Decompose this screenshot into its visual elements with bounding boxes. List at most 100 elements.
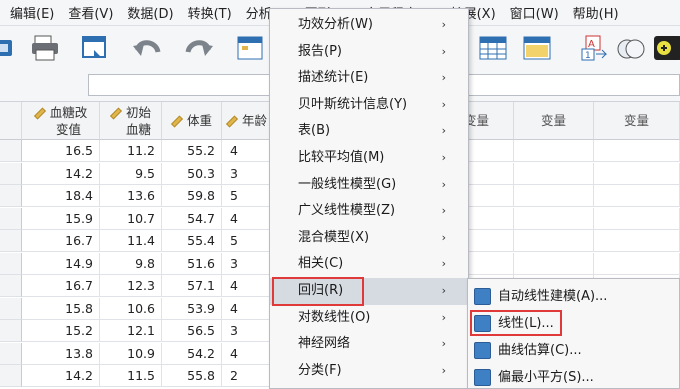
row-header[interactable] xyxy=(0,185,22,207)
redo-icon[interactable] xyxy=(184,34,214,62)
empty-cell[interactable] xyxy=(514,207,594,230)
regression-menu-item[interactable]: 曲线估算(C)... xyxy=(468,337,679,364)
table-cell[interactable]: 3 xyxy=(222,252,270,275)
table-cell[interactable]: 55.8 xyxy=(162,365,222,387)
undo-icon[interactable] xyxy=(132,34,162,62)
empty-cell[interactable] xyxy=(594,230,680,252)
table-cell[interactable]: 16.7 xyxy=(22,230,100,252)
regression-menu-item[interactable]: 自动线性建模(A)... xyxy=(468,283,679,310)
row-header[interactable] xyxy=(0,140,22,162)
row-header[interactable] xyxy=(0,320,22,342)
table-cell[interactable]: 14.2 xyxy=(22,162,100,185)
table-cell[interactable]: 4 xyxy=(222,207,270,230)
row-header[interactable] xyxy=(0,342,22,365)
table-cell[interactable]: 55.2 xyxy=(162,140,222,162)
table-cell[interactable]: 9.5 xyxy=(100,162,162,185)
analyze-menu-item[interactable]: 一般线性模型(G) › xyxy=(270,172,468,199)
table-cell[interactable]: 9.8 xyxy=(100,252,162,275)
table-cell[interactable]: 10.9 xyxy=(100,342,162,365)
analyze-menu-item[interactable]: 神经网络 › xyxy=(270,331,468,358)
table-cell[interactable]: 4 xyxy=(222,342,270,365)
column-header-age[interactable]: 年龄 xyxy=(222,102,270,140)
table-cell[interactable]: 3 xyxy=(222,162,270,185)
empty-cell[interactable] xyxy=(594,252,680,275)
empty-cell[interactable] xyxy=(594,162,680,185)
table-cell[interactable]: 4 xyxy=(222,297,270,320)
print-icon[interactable] xyxy=(30,34,60,62)
table-cell[interactable]: 10.7 xyxy=(100,207,162,230)
analyze-menu-item[interactable]: 分类(F) › xyxy=(270,358,468,385)
use-sets-icon[interactable] xyxy=(654,34,680,62)
table-cell[interactable]: 14.9 xyxy=(22,252,100,275)
table-cell[interactable]: 59.8 xyxy=(162,185,222,207)
menu-data[interactable]: 数据(D) xyxy=(121,3,181,22)
column-header-initial-glucose[interactable]: 初始 血糖 xyxy=(100,102,162,140)
table-cell[interactable]: 57.1 xyxy=(162,275,222,297)
column-header-weight[interactable]: 体重 xyxy=(162,102,222,140)
menu-help[interactable]: 帮助(H) xyxy=(567,3,627,22)
table-cell[interactable]: 11.4 xyxy=(100,230,162,252)
select-cases-icon[interactable]: A1 xyxy=(580,34,610,62)
table-cell[interactable]: 3 xyxy=(222,320,270,342)
row-header[interactable] xyxy=(0,275,22,297)
table-cell[interactable]: 13.6 xyxy=(100,185,162,207)
empty-cell[interactable] xyxy=(514,185,594,207)
table-cell[interactable]: 50.3 xyxy=(162,162,222,185)
menu-view[interactable]: 查看(V) xyxy=(62,3,121,22)
row-header[interactable] xyxy=(0,162,22,185)
analyze-menu-item[interactable]: 混合模型(X) › xyxy=(270,225,468,252)
menu-window[interactable]: 窗口(W) xyxy=(504,3,567,22)
analyze-menu-item[interactable]: 描述统计(E) › xyxy=(270,65,468,92)
table-cell[interactable]: 51.6 xyxy=(162,252,222,275)
recall-dialog-icon[interactable] xyxy=(80,34,110,62)
table-cell[interactable]: 15.2 xyxy=(22,320,100,342)
analyze-menu-item[interactable]: 相关(C) › xyxy=(270,251,468,278)
empty-cell[interactable] xyxy=(594,185,680,207)
variables-icon[interactable] xyxy=(478,34,508,62)
value-labels-icon[interactable] xyxy=(616,34,646,62)
table-cell[interactable]: 12.1 xyxy=(100,320,162,342)
column-header-empty[interactable]: 变量 xyxy=(514,102,594,140)
table-cell[interactable]: 15.8 xyxy=(22,297,100,320)
empty-cell[interactable] xyxy=(594,140,680,162)
regression-menu-item[interactable]: 偏最小平方(S)... xyxy=(468,364,679,389)
analyze-menu-item[interactable]: 表(B) › xyxy=(270,118,468,145)
table-cell[interactable]: 56.5 xyxy=(162,320,222,342)
menu-transform[interactable]: 转换(T) xyxy=(182,3,240,22)
analyze-menu-item[interactable]: 对数线性(O) › xyxy=(270,305,468,332)
table-cell[interactable]: 10.6 xyxy=(100,297,162,320)
open-file-icon[interactable] xyxy=(0,34,18,62)
empty-cell[interactable] xyxy=(514,140,594,162)
row-header[interactable] xyxy=(0,297,22,320)
weight-cases-icon[interactable] xyxy=(522,34,552,62)
table-cell[interactable]: 2 xyxy=(222,365,270,387)
table-cell[interactable]: 4 xyxy=(222,140,270,162)
column-header-empty[interactable]: 变量 xyxy=(594,102,680,140)
goto-case-icon[interactable] xyxy=(236,34,266,62)
table-cell[interactable]: 5 xyxy=(222,185,270,207)
table-cell[interactable]: 55.4 xyxy=(162,230,222,252)
table-cell[interactable]: 12.3 xyxy=(100,275,162,297)
row-header[interactable] xyxy=(0,365,22,387)
table-cell[interactable]: 11.5 xyxy=(100,365,162,387)
empty-cell[interactable] xyxy=(514,230,594,252)
empty-cell[interactable] xyxy=(594,207,680,230)
table-cell[interactable]: 5 xyxy=(222,230,270,252)
analyze-menu-item[interactable]: 报告(P) › xyxy=(270,39,468,66)
table-cell[interactable]: 16.7 xyxy=(22,275,100,297)
table-cell[interactable]: 54.2 xyxy=(162,342,222,365)
empty-cell[interactable] xyxy=(514,162,594,185)
table-cell[interactable]: 14.2 xyxy=(22,365,100,387)
column-header-glucose-change[interactable]: 血糖改 变值 xyxy=(22,102,100,140)
table-cell[interactable]: 11.2 xyxy=(100,140,162,162)
table-cell[interactable]: 18.4 xyxy=(22,185,100,207)
row-header[interactable] xyxy=(0,207,22,230)
row-header[interactable] xyxy=(0,252,22,275)
table-cell[interactable]: 16.5 xyxy=(22,140,100,162)
analyze-menu-item[interactable]: 功效分析(W) › xyxy=(270,12,468,39)
analyze-menu-item[interactable]: 比较平均值(M) › xyxy=(270,145,468,172)
analyze-menu-item[interactable]: 贝叶斯统计信息(Y) › xyxy=(270,92,468,119)
table-cell[interactable]: 54.7 xyxy=(162,207,222,230)
empty-cell[interactable] xyxy=(514,252,594,275)
table-cell[interactable]: 13.8 xyxy=(22,342,100,365)
